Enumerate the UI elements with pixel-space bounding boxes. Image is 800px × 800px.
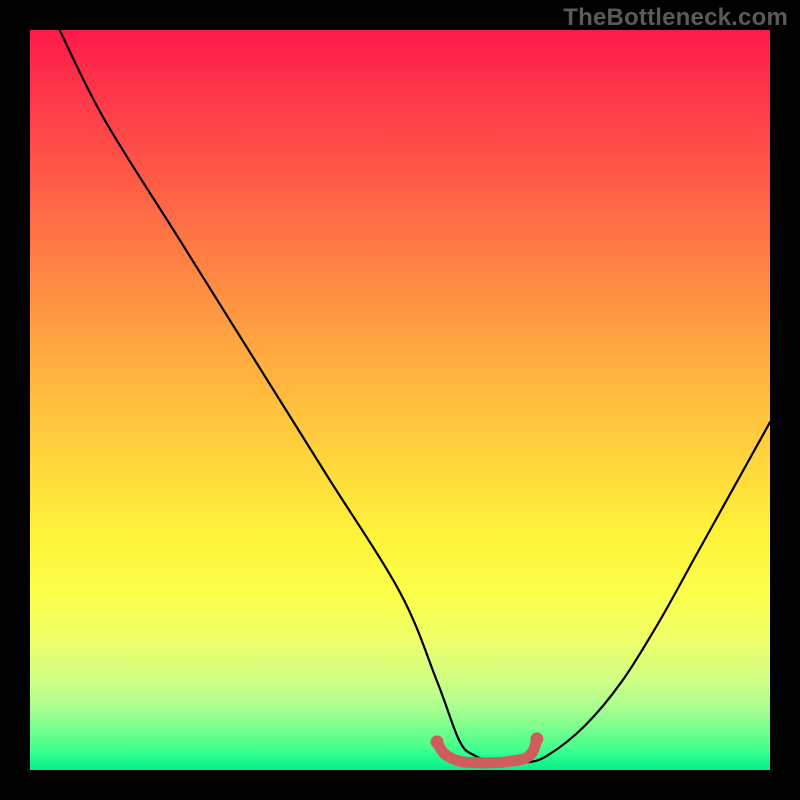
sweet-spot-start-dot (431, 735, 444, 748)
sweet-spot-end-dot (530, 732, 543, 745)
chart-svg (30, 30, 770, 770)
plot-area (30, 30, 770, 770)
watermark-text: TheBottleneck.com (563, 4, 788, 32)
chart-container: TheBottleneck.com (0, 0, 800, 800)
bottleneck-curve-line (60, 30, 770, 764)
sweet-spot-marker-line (437, 739, 537, 763)
